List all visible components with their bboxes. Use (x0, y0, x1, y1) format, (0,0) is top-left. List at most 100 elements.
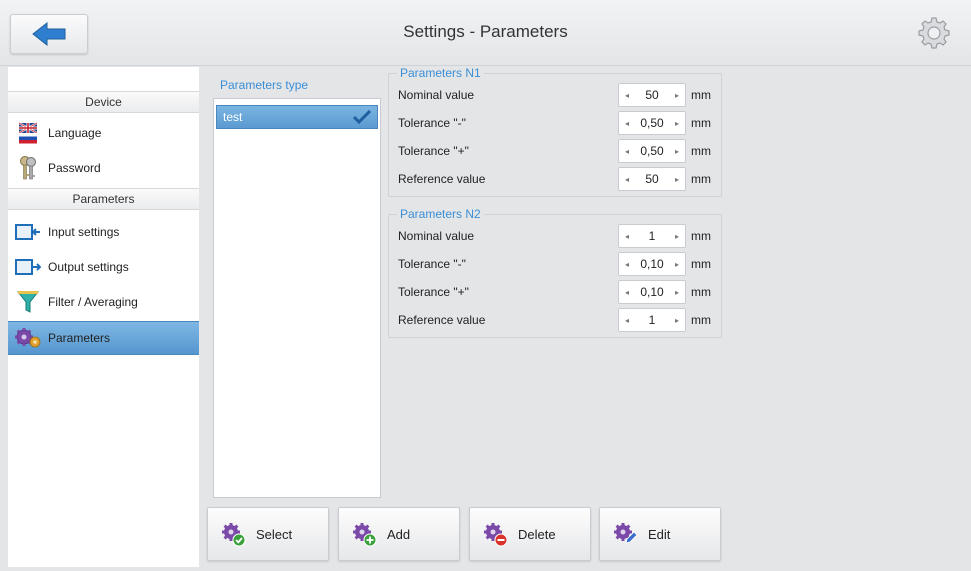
arrow-right-icon[interactable]: ▸ (673, 316, 681, 325)
param-label: Tolerance "+" (398, 285, 469, 299)
arrow-left-icon[interactable]: ◂ (623, 175, 631, 184)
param-row: Tolerance "+" ◂ 0,10 ▸ mm (389, 278, 723, 306)
sidebar-item-label: Language (48, 126, 102, 140)
add-button[interactable]: Add (338, 507, 460, 561)
sidebar-item-label: Filter / Averaging (48, 295, 138, 309)
parameters-n1-group: Parameters N1 Nominal value ◂ 50 ▸ mm To… (388, 66, 723, 197)
unit-label: mm (691, 285, 711, 299)
sidebar-item-output-settings[interactable]: Output settings (8, 250, 199, 284)
sidebar-item-label: Output settings (48, 260, 129, 274)
sidebar-item-password[interactable]: Password (8, 151, 199, 185)
arrow-left-icon[interactable]: ◂ (623, 232, 631, 241)
unit-label: mm (691, 172, 711, 186)
arrow-right-icon[interactable]: ▸ (673, 91, 681, 100)
stepper-value: 50 (645, 172, 659, 186)
unit-label: mm (691, 313, 711, 327)
param-label: Tolerance "-" (398, 116, 466, 130)
gear-icon[interactable] (917, 16, 951, 50)
sidebar-item-filter-averaging[interactable]: Filter / Averaging (8, 285, 199, 319)
stepper-value: 1 (648, 313, 656, 327)
tolerance-plus-stepper[interactable]: ◂ 0,10 ▸ (618, 280, 686, 304)
stepper-value: 0,10 (640, 285, 664, 299)
section-header-device: Device (8, 91, 199, 113)
param-label: Tolerance "+" (398, 144, 469, 158)
tolerance-plus-stepper[interactable]: ◂ 0,50 ▸ (618, 139, 686, 163)
tolerance-minus-stepper[interactable]: ◂ 0,50 ▸ (618, 111, 686, 135)
list-item[interactable]: test (216, 105, 378, 129)
reference-value-stepper[interactable]: ◂ 50 ▸ (618, 167, 686, 191)
parameters-type-list[interactable]: test (213, 98, 381, 498)
add-button-label: Add (387, 526, 411, 542)
edit-button-label: Edit (648, 526, 671, 542)
arrow-left-icon[interactable]: ◂ (623, 260, 631, 269)
arrow-right-icon[interactable]: ▸ (673, 119, 681, 128)
select-button-label: Select (256, 526, 293, 542)
param-row: Nominal value ◂ 1 ▸ mm (389, 222, 723, 250)
unit-label: mm (691, 88, 711, 102)
keys-icon (8, 155, 48, 181)
unit-label: mm (691, 229, 711, 243)
arrow-right-icon[interactable]: ▸ (673, 232, 681, 241)
stepper-value: 0,50 (640, 116, 664, 130)
param-row: Nominal value ◂ 50 ▸ mm (389, 81, 723, 109)
arrow-left-icon[interactable]: ◂ (623, 316, 631, 325)
stepper-value: 0,50 (640, 144, 664, 158)
arrow-right-icon[interactable]: ▸ (673, 175, 681, 184)
unit-label: mm (691, 116, 711, 130)
sidebar-item-label: Input settings (48, 225, 120, 239)
input-icon (8, 223, 48, 241)
nominal-value-stepper[interactable]: ◂ 1 ▸ (618, 224, 686, 248)
stepper-value: 50 (645, 88, 659, 102)
param-row: Reference value ◂ 50 ▸ mm (389, 165, 723, 193)
unit-label: mm (691, 144, 711, 158)
param-label: Tolerance "-" (398, 257, 466, 271)
arrow-right-icon[interactable]: ▸ (673, 288, 681, 297)
gear-edit-icon (612, 521, 638, 547)
arrow-left-icon[interactable]: ◂ (623, 147, 631, 156)
sidebar-item-label: Parameters (48, 331, 111, 345)
delete-button-label: Delete (518, 526, 556, 542)
parameters-type-label: Parameters type (220, 78, 309, 92)
param-row: Tolerance "-" ◂ 0,10 ▸ mm (389, 250, 723, 278)
param-label: Reference value (398, 313, 486, 327)
gear-delete-icon (482, 521, 508, 547)
header-bar: Settings - Parameters (0, 0, 971, 66)
sidebar: Device Language Password Parameters Inpu… (8, 67, 199, 567)
group-title: Parameters N1 (397, 66, 484, 80)
output-icon (8, 258, 48, 276)
list-item-label: test (223, 110, 243, 124)
gear-add-icon (351, 521, 377, 547)
nominal-value-stepper[interactable]: ◂ 50 ▸ (618, 83, 686, 107)
sidebar-item-label: Password (48, 161, 101, 175)
filter-icon (8, 290, 48, 314)
stepper-value: 0,10 (640, 257, 664, 271)
page-title: Settings - Parameters (403, 22, 568, 41)
tolerance-minus-stepper[interactable]: ◂ 0,10 ▸ (618, 252, 686, 276)
arrow-right-icon[interactable]: ▸ (673, 260, 681, 269)
stepper-value: 1 (648, 229, 656, 243)
param-row: Tolerance "-" ◂ 0,50 ▸ mm (389, 109, 723, 137)
reference-value-stepper[interactable]: ◂ 1 ▸ (618, 308, 686, 332)
checkmark-icon (353, 110, 371, 124)
sidebar-item-parameters[interactable]: Parameters (8, 321, 199, 355)
gears-icon (8, 327, 48, 349)
arrow-left-icon[interactable]: ◂ (623, 119, 631, 128)
sidebar-item-input-settings[interactable]: Input settings (8, 215, 199, 249)
section-header-parameters: Parameters (8, 188, 199, 210)
parameters-n2-group: Parameters N2 Nominal value ◂ 1 ▸ mm Tol… (388, 207, 723, 338)
gear-check-icon (220, 521, 246, 547)
unit-label: mm (691, 257, 711, 271)
param-label: Nominal value (398, 88, 475, 102)
param-row: Tolerance "+" ◂ 0,50 ▸ mm (389, 137, 723, 165)
edit-button[interactable]: Edit (599, 507, 721, 561)
flag-icon (8, 122, 48, 144)
param-label: Nominal value (398, 229, 475, 243)
group-title: Parameters N2 (397, 207, 484, 221)
param-row: Reference value ◂ 1 ▸ mm (389, 306, 723, 334)
arrow-left-icon[interactable]: ◂ (623, 288, 631, 297)
sidebar-item-language[interactable]: Language (8, 116, 199, 150)
delete-button[interactable]: Delete (469, 507, 591, 561)
select-button[interactable]: Select (207, 507, 329, 561)
arrow-left-icon[interactable]: ◂ (623, 91, 631, 100)
arrow-right-icon[interactable]: ▸ (673, 147, 681, 156)
